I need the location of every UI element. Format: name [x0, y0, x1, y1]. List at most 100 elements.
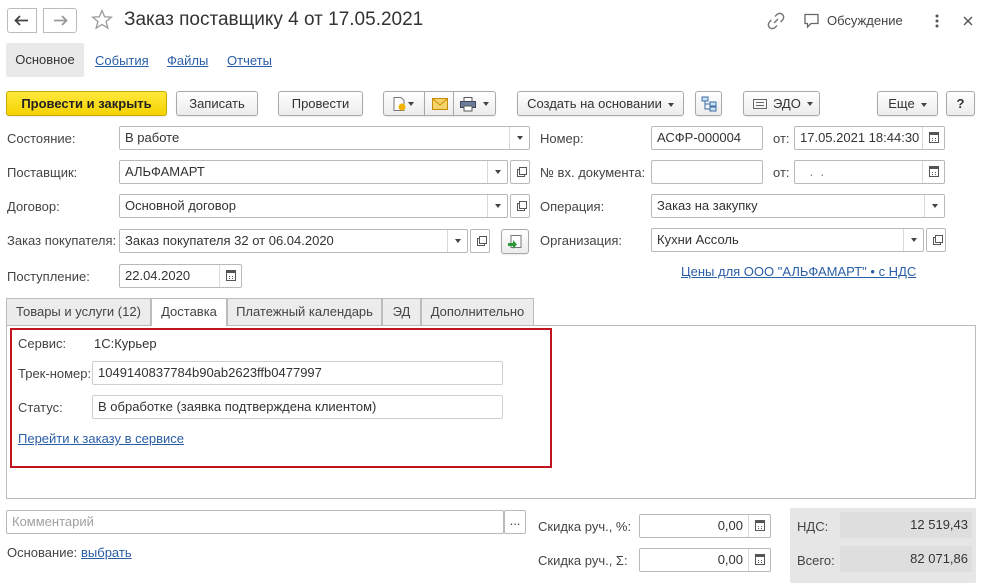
nav-tab-reports[interactable]: Отчеты: [227, 53, 272, 69]
chevron-down-icon[interactable]: [924, 195, 944, 217]
calendar-icon[interactable]: [922, 161, 944, 183]
contract-field[interactable]: Основной договор: [119, 194, 508, 218]
tab-goods-services[interactable]: Товары и услуги (12): [6, 298, 151, 325]
save-button[interactable]: Записать: [176, 91, 258, 116]
page-title: Заказ поставщику 4 от 17.05.2021: [124, 9, 424, 30]
basis-label: Основание:: [7, 545, 78, 560]
operation-label: Операция:: [540, 199, 605, 214]
discount-pct-field[interactable]: 0,00: [639, 514, 771, 538]
nav-tab-files[interactable]: Файлы: [167, 53, 208, 69]
structure-button[interactable]: [695, 91, 722, 116]
link-icon[interactable]: [766, 11, 786, 31]
attachments-button[interactable]: [383, 91, 425, 116]
contract-label: Договор:: [7, 199, 60, 214]
calendar-icon[interactable]: [922, 127, 944, 149]
open-organization-icon[interactable]: [926, 228, 946, 252]
chevron-down-icon[interactable]: [903, 229, 923, 251]
edo-icon: [753, 99, 767, 109]
calculator-icon[interactable]: [748, 515, 770, 537]
help-button[interactable]: ?: [946, 91, 975, 116]
create-based-on-button[interactable]: Создать на основании: [517, 91, 684, 116]
edo-label: ЭДО: [773, 96, 801, 111]
supplier-field[interactable]: АЛЬФАМАРТ: [119, 160, 508, 184]
more-vertical-icon[interactable]: [930, 12, 944, 30]
calculator-icon[interactable]: [748, 549, 770, 571]
prices-link[interactable]: Цены для ООО "АЛЬФАМАРТ" • с НДС: [681, 264, 916, 280]
vat-value-box: 12 519,43: [840, 512, 972, 538]
nav-tab-main[interactable]: Основное: [6, 43, 84, 77]
service-value: 1С:Курьер: [94, 336, 157, 351]
number-field[interactable]: АСФР-000004: [651, 126, 763, 150]
comment-placeholder: Комментарий: [12, 514, 94, 529]
track-number-field[interactable]: 1049140837784b90ab2623ffb0477997: [92, 361, 503, 385]
total-value-box: 82 071,86: [840, 546, 972, 572]
chevron-down-icon[interactable]: [487, 195, 507, 217]
go-to-service-order-link[interactable]: Перейти к заказу в сервисе: [18, 431, 184, 447]
chevron-down-icon[interactable]: [509, 127, 529, 149]
state-value: В работе: [125, 130, 180, 145]
document-date-field[interactable]: 17.05.2021 18:44:30: [794, 126, 945, 150]
receipt-date-field[interactable]: 22.04.2020: [119, 264, 242, 288]
print-button[interactable]: [453, 91, 496, 116]
favorite-star-icon[interactable]: [90, 8, 114, 32]
receipt-date-value: 22.04.2020: [125, 268, 191, 283]
vat-label: НДС:: [797, 519, 829, 534]
track-number-value: 1049140837784b90ab2623ffb0477997: [98, 365, 322, 380]
more-label: Еще: [888, 96, 915, 111]
customer-order-field[interactable]: Заказ покупателя 32 от 06.04.2020: [119, 229, 468, 253]
structure-icon: [701, 96, 717, 112]
discount-pct-value: 0,00: [717, 518, 743, 533]
envelope-icon: [432, 98, 448, 110]
customer-order-label: Заказ покупателя:: [7, 233, 117, 248]
tab-ed[interactable]: ЭД: [382, 298, 421, 325]
arrow-right-icon: [54, 15, 68, 26]
arrow-left-icon: [14, 15, 28, 26]
status-field[interactable]: В обработке (заявка подтверждена клиенто…: [92, 395, 503, 419]
edo-button[interactable]: ЭДО: [743, 91, 820, 116]
basis-select-link[interactable]: выбрать: [81, 545, 132, 561]
customer-order-value: Заказ покупателя 32 от 06.04.2020: [125, 233, 334, 248]
track-label: Трек-номер:: [18, 366, 92, 381]
tab-payment-calendar[interactable]: Платежный календарь: [227, 298, 382, 325]
clip-document-icon: [393, 97, 406, 111]
close-icon[interactable]: [960, 13, 976, 29]
status-value: В обработке (заявка подтверждена клиенто…: [98, 399, 377, 414]
open-contract-icon[interactable]: [510, 194, 530, 218]
organization-value: Кухни Ассоль: [657, 232, 739, 247]
tab-additional[interactable]: Дополнительно: [421, 298, 534, 325]
date-from-label: от:: [773, 131, 790, 146]
open-supplier-icon[interactable]: [510, 160, 530, 184]
operation-value: Заказ на закупку: [657, 198, 758, 213]
open-customer-order-icon[interactable]: [470, 229, 490, 253]
incoming-doc-label: № вх. документа:: [540, 165, 646, 180]
chevron-down-icon[interactable]: [487, 161, 507, 183]
organization-label: Организация:: [540, 233, 623, 248]
printer-icon: [460, 97, 476, 112]
back-button[interactable]: [7, 8, 37, 33]
incoming-doc-field[interactable]: [651, 160, 763, 184]
comment-expand-button[interactable]: ...: [504, 510, 526, 534]
comment-input[interactable]: Комментарий: [6, 510, 504, 534]
discussion-label: Обсуждение: [827, 13, 903, 28]
vat-value: 12 519,43: [910, 517, 968, 532]
tab-delivery[interactable]: Доставка: [151, 298, 227, 326]
more-button[interactable]: Еще: [877, 91, 938, 116]
discount-sum-field[interactable]: 0,00: [639, 548, 771, 572]
state-select[interactable]: В работе: [119, 126, 530, 150]
operation-select[interactable]: Заказ на закупку: [651, 194, 945, 218]
post-and-close-button[interactable]: Провести и закрыть: [6, 91, 167, 116]
chevron-down-icon[interactable]: [447, 230, 467, 252]
email-button[interactable]: [424, 91, 454, 116]
nav-tab-events[interactable]: События: [95, 53, 149, 69]
state-label: Состояние:: [7, 131, 76, 146]
post-button[interactable]: Провести: [278, 91, 363, 116]
contract-value: Основной договор: [125, 198, 236, 213]
forward-button[interactable]: [43, 8, 77, 33]
calendar-icon[interactable]: [219, 265, 241, 287]
fill-from-order-button[interactable]: [501, 229, 529, 254]
discussion-button[interactable]: Обсуждение: [803, 11, 913, 31]
organization-field[interactable]: Кухни Ассоль: [651, 228, 924, 252]
incoming-date-field[interactable]: . .: [794, 160, 945, 184]
chat-icon: [804, 13, 819, 29]
incoming-date-value: . .: [806, 164, 825, 179]
